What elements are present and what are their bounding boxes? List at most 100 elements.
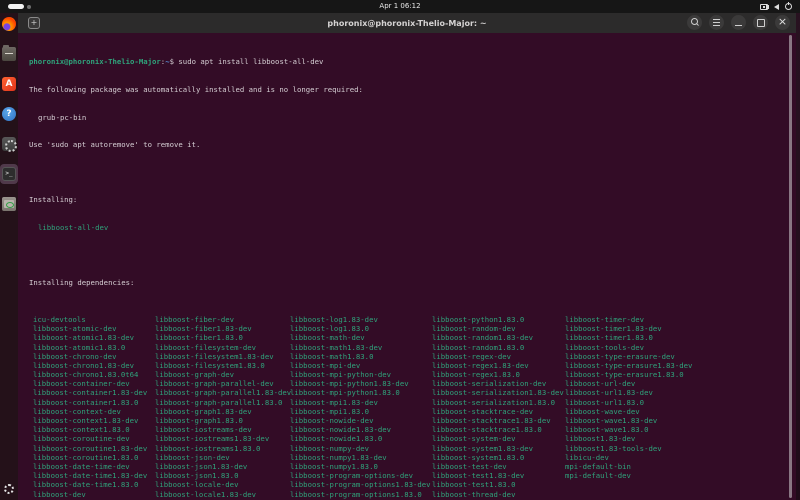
- workspace-indicator[interactable]: [8, 4, 31, 9]
- package-name: libboost-timer-dev: [565, 315, 692, 324]
- package-name: libboost-numpy1.83-dev: [290, 453, 431, 462]
- package-name: libboost-wave1.83-dev: [565, 416, 692, 425]
- minimize-button[interactable]: [731, 15, 746, 30]
- package-name: libboost-atomic-dev: [33, 324, 147, 333]
- close-button[interactable]: [775, 15, 790, 30]
- package-name: libicu-dev: [565, 453, 692, 462]
- package-name: libboost-json1.83-dev: [155, 462, 291, 471]
- package-name: libboost-fiber1.83.0: [155, 333, 291, 342]
- terminal-content[interactable]: phoronix@phoronix-Thelio-Major:~$ sudo a…: [18, 33, 796, 500]
- package-name: libboost-timer1.83.0: [565, 333, 692, 342]
- package-name: libboost-context-dev: [33, 407, 147, 416]
- package-name: libboost-url1.83.0: [565, 398, 692, 407]
- dependency-column-3: libboost-log1.83-devlibboost-log1.83.0li…: [290, 315, 431, 500]
- command-text: sudo apt install libboost-all-dev: [178, 57, 323, 66]
- power-icon: [785, 3, 792, 10]
- package-name: icu-devtools: [33, 315, 147, 324]
- package-name: mpi-default-dev: [565, 471, 692, 480]
- dock-item-files[interactable]: [2, 47, 16, 61]
- package-name: libboost-numpy1.83.0: [290, 462, 431, 471]
- window-title: phoronix@phoronix-Thelio-Major: ~: [18, 19, 796, 28]
- package-name: libboost-timer1.83-dev: [565, 324, 692, 333]
- package-name: libboost-locale-dev: [155, 480, 291, 489]
- package-name: libboost1.83-tools-dev: [565, 444, 692, 453]
- search-icon[interactable]: [687, 15, 702, 30]
- workspace-pill-active: [8, 4, 24, 9]
- package-name: libboost-nowide-dev: [290, 416, 431, 425]
- package-name: libboost-program-options1.83-dev: [290, 480, 431, 489]
- package-name: libboost-iostreams-dev: [155, 425, 291, 434]
- package-name: libboost-random-dev: [432, 324, 564, 333]
- menu-icon[interactable]: [709, 15, 724, 30]
- package-name: libboost-serialization1.83.0: [432, 398, 564, 407]
- package-name: libboost-container1.83-dev: [33, 388, 147, 397]
- package-name: libboost-wave1.83.0: [565, 425, 692, 434]
- workspace-dot-inactive: [27, 5, 31, 9]
- dock: A ? >_: [0, 13, 18, 500]
- package-name: libboost-fiber-dev: [155, 315, 291, 324]
- dock-item-app-center[interactable]: A: [2, 77, 16, 91]
- blank-line: [29, 168, 792, 177]
- package-name: libboost-nowide1.83.0: [290, 434, 431, 443]
- autoremove-notice: The following package was automatically …: [29, 85, 792, 94]
- new-tab-button[interactable]: +: [28, 17, 40, 29]
- package-name: libboost-math1.83.0: [290, 352, 431, 361]
- package-name: libboost-date-time-dev: [33, 462, 147, 471]
- package-name: libboost-type-erasure1.83.0: [565, 370, 692, 379]
- package-name: libboost-fiber1.83-dev: [155, 324, 291, 333]
- dock-item-firefox[interactable]: [2, 17, 16, 31]
- package-name: libboost-json1.83.0: [155, 471, 291, 480]
- maximize-button[interactable]: [753, 15, 768, 30]
- package-name: libboost-coroutine1.83.0: [33, 453, 147, 462]
- package-name: libboost-numpy-dev: [290, 444, 431, 453]
- package-name: libboost-mpi-python1.83.0: [290, 388, 431, 397]
- package-name: libboost-nowide1.83-dev: [290, 425, 431, 434]
- package-name: libboost-locale1.83-dev: [155, 490, 291, 499]
- package-name: libboost-stacktrace1.83-dev: [432, 416, 564, 425]
- package-name: libboost-random1.83.0: [432, 343, 564, 352]
- package-name: libboost-wave-dev: [565, 407, 692, 416]
- package-name: libboost-coroutine1.83-dev: [33, 444, 147, 453]
- package-name: libboost-log1.83.0: [290, 324, 431, 333]
- installing-package: libboost-all-dev: [29, 223, 792, 232]
- package-name: libboost-coroutine-dev: [33, 434, 147, 443]
- terminal-titlebar[interactable]: + phoronix@phoronix-Thelio-Major: ~: [18, 13, 796, 33]
- package-name: libboost-container-dev: [33, 379, 147, 388]
- terminal-scrollbar[interactable]: [789, 35, 792, 498]
- package-name: libboost-graph1.83.0: [155, 416, 291, 425]
- package-name: libboost-graph-parallel1.83-dev: [155, 388, 291, 397]
- package-name: libboost-program-options-dev: [290, 471, 431, 480]
- prompt-line: phoronix@phoronix-Thelio-Major:~$ sudo a…: [29, 57, 792, 66]
- package-name: libboost-regex-dev: [432, 352, 564, 361]
- dock-item-terminal-active[interactable]: >_: [2, 167, 16, 181]
- dock-item-help[interactable]: ?: [2, 107, 16, 121]
- package-name: libboost-container1.83.0: [33, 398, 147, 407]
- package-name: libboost-iostreams1.83.0: [155, 444, 291, 453]
- package-name: libboost-json-dev: [155, 453, 291, 462]
- package-name: libboost-mpi1.83.0: [290, 407, 431, 416]
- package-name: libboost-graph-parallel1.83.0: [155, 398, 291, 407]
- package-name: libboost-serialization-dev: [432, 379, 564, 388]
- show-apps-button[interactable]: [4, 484, 14, 494]
- package-name: libboost-date-time1.83-dev: [33, 471, 147, 480]
- dock-item-settings[interactable]: [2, 137, 16, 151]
- package-name: libboost-mpi1.83-dev: [290, 398, 431, 407]
- package-name: libboost-stacktrace1.83.0: [432, 425, 564, 434]
- clock[interactable]: Apr 1 06:12: [0, 0, 800, 13]
- dependency-column-1: icu-devtoolslibboost-atomic-dev libboost-…: [33, 315, 147, 500]
- package-name: libboost-python1.83.0: [432, 315, 564, 324]
- package-name: libboost-chrono1.83-dev: [33, 361, 147, 370]
- system-tray[interactable]: [760, 3, 792, 10]
- package-name: libboost-system-dev: [432, 434, 564, 443]
- package-name: libboost-system1.83-dev: [432, 444, 564, 453]
- package-name: libboost-thread-dev: [432, 490, 564, 499]
- package-name: libboost-random1.83-dev: [432, 333, 564, 342]
- terminal-window: + phoronix@phoronix-Thelio-Major: ~ phor…: [18, 13, 796, 500]
- package-name: libboost-math1.83-dev: [290, 343, 431, 352]
- package-name: libboost-url1.83-dev: [565, 388, 692, 397]
- package-name: libboost-regex1.83.0: [432, 370, 564, 379]
- autoremove-package: grub-pc-bin: [29, 113, 792, 122]
- dock-item-trash[interactable]: [2, 197, 16, 211]
- package-name: libboost-system1.83.0: [432, 453, 564, 462]
- package-name: libboost-mpi-python1.83-dev: [290, 379, 431, 388]
